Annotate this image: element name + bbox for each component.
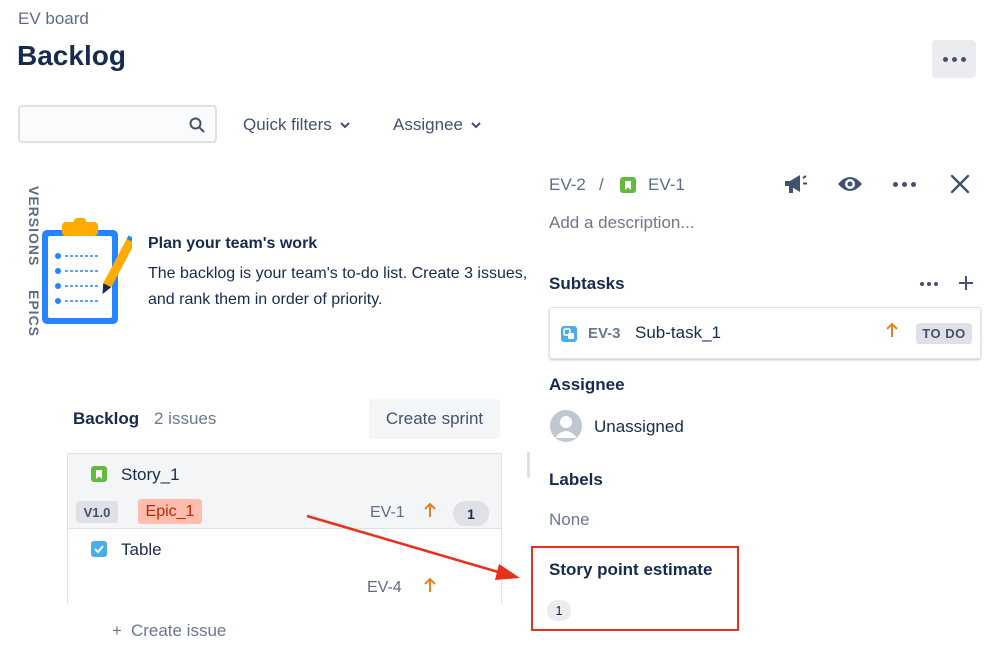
panel-resize-handle[interactable] xyxy=(527,452,530,478)
assignee-heading: Assignee xyxy=(549,375,625,394)
create-issue-label: Create issue xyxy=(130,621,227,640)
megaphone-icon xyxy=(785,175,807,193)
search-icon xyxy=(189,117,205,133)
issue-key[interactable]: EV-4 xyxy=(367,579,402,597)
close-icon xyxy=(950,174,970,194)
story-point-heading: Story point estimate xyxy=(549,560,713,579)
epics-tab[interactable]: EPICS xyxy=(18,290,42,337)
status-badge[interactable]: TO DO xyxy=(916,323,972,344)
issue-key-link[interactable]: EV-1 xyxy=(648,175,685,195)
page-more-button[interactable] xyxy=(932,40,976,78)
create-issue-button[interactable]: + Create issue xyxy=(112,621,226,641)
epic-lozenge[interactable]: Epic_1 xyxy=(138,499,202,524)
backlog-label: Backlog xyxy=(73,409,140,428)
empty-state-title: Plan your team's work xyxy=(148,235,318,252)
story-points-badge: 1 xyxy=(453,501,489,526)
breadcrumb-separator: / xyxy=(599,175,604,194)
issue-summary: Table xyxy=(121,540,162,559)
issue-row-ev-4[interactable]: Table EV-4 xyxy=(68,529,501,604)
quick-filters-dropdown[interactable]: Quick filters xyxy=(243,110,350,140)
subtask-card[interactable]: EV-3 Sub-task_1 TO DO xyxy=(549,307,981,359)
issue-summary: Story_1 xyxy=(121,465,180,484)
priority-high-arrow-icon xyxy=(424,577,436,592)
issue-row-ev-1[interactable]: Story_1 V1.0 Epic_1 EV-1 1 xyxy=(68,454,501,529)
description-placeholder[interactable]: Add a description... xyxy=(549,213,695,233)
story-icon xyxy=(91,466,107,482)
chevron-down-icon xyxy=(471,121,481,128)
board-breadcrumb[interactable]: EV board xyxy=(18,9,89,29)
search-field[interactable] xyxy=(18,105,217,143)
subtasks-heading: Subtasks xyxy=(549,274,625,293)
clipboard-checklist-illustration xyxy=(42,218,132,324)
labels-heading: Labels xyxy=(549,470,603,489)
assignee-value[interactable]: Unassigned xyxy=(594,417,684,437)
empty-state-description: The backlog is your team's to-do list. C… xyxy=(148,265,528,308)
story-icon xyxy=(620,177,636,193)
plus-icon xyxy=(959,276,973,290)
feedback-button[interactable] xyxy=(780,170,810,198)
subtask-icon xyxy=(561,326,577,342)
issue-key[interactable]: EV-1 xyxy=(370,504,405,522)
priority-high-arrow-icon xyxy=(886,322,898,337)
assignee-filter-label: Assignee xyxy=(393,115,463,134)
search-input[interactable] xyxy=(28,113,188,135)
labels-value[interactable]: None xyxy=(549,510,590,530)
version-lozenge: V1.0 xyxy=(76,501,118,523)
add-subtask-button[interactable] xyxy=(955,272,977,294)
chevron-down-icon xyxy=(340,121,350,128)
story-point-value[interactable]: 1 xyxy=(547,600,571,621)
watch-eye-icon xyxy=(838,177,862,191)
versions-tab[interactable]: VERSIONS xyxy=(18,186,42,266)
plus-icon: + xyxy=(112,621,122,640)
task-checkbox-icon xyxy=(91,541,107,557)
assignee-filter-dropdown[interactable]: Assignee xyxy=(393,110,481,140)
close-button[interactable] xyxy=(945,170,975,198)
subtask-summary: Sub-task_1 xyxy=(635,323,721,342)
more-icon xyxy=(892,181,916,187)
avatar[interactable] xyxy=(550,410,582,442)
watch-button[interactable] xyxy=(835,170,865,198)
backlog-issue-list: Story_1 V1.0 Epic_1 EV-1 1 Table EV-4 xyxy=(67,453,502,604)
issue-more-button[interactable] xyxy=(889,170,919,198)
more-icon xyxy=(920,282,938,286)
more-icon xyxy=(942,56,966,62)
user-avatar-icon xyxy=(555,416,577,438)
parent-issue-link[interactable]: EV-2 xyxy=(549,175,586,195)
subtasks-more-button[interactable] xyxy=(918,276,940,292)
page-title: Backlog xyxy=(17,40,126,71)
priority-high-arrow-icon xyxy=(424,502,436,517)
quick-filters-label: Quick filters xyxy=(243,115,332,134)
backlog-issue-count: 2 issues xyxy=(154,409,217,428)
subtask-key[interactable]: EV-3 xyxy=(588,325,621,342)
create-sprint-button[interactable]: Create sprint xyxy=(369,399,500,439)
